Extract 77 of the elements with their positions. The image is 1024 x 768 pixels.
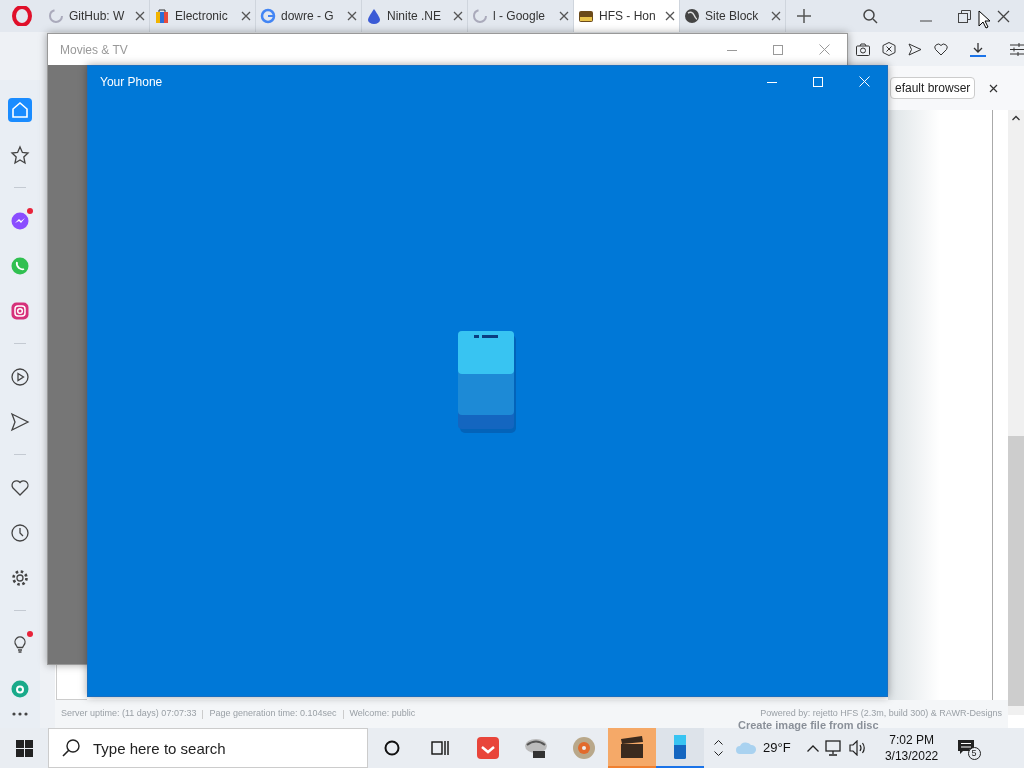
settings-sliders-icon[interactable]: [1010, 42, 1024, 56]
tab-title: Ninite .NE: [387, 8, 443, 25]
tab-favicon-icon: [684, 8, 700, 24]
notifications-button[interactable]: 5: [956, 736, 981, 760]
tab-favicon-icon: [260, 8, 276, 24]
send-icon[interactable]: [908, 42, 922, 56]
close-icon[interactable]: [771, 11, 781, 21]
disc-burner-icon: [571, 735, 597, 761]
mouse-cursor-icon: [978, 10, 990, 29]
message-icon: [956, 739, 975, 755]
tab-title: HFS - Hon: [599, 8, 657, 25]
aria-icon: [10, 678, 30, 699]
settings-icon: [10, 567, 30, 588]
phone-icon: [457, 330, 518, 435]
media-player-icon: [475, 735, 501, 761]
search-icon: [62, 739, 80, 757]
set-default-browser-button[interactable]: efault browser: [890, 77, 976, 99]
tab-title: l - Google: [493, 8, 547, 25]
new-tab-icon[interactable]: [797, 9, 811, 23]
chevron-down-icon[interactable]: [714, 751, 723, 756]
browser-tab[interactable]: HFS - Hon: [574, 0, 680, 32]
instagram-icon: [10, 300, 30, 321]
clock-icon: [10, 522, 30, 543]
maximize-icon[interactable]: [773, 44, 783, 55]
clapperboard-icon: [619, 734, 645, 760]
tab-title: Site Block: [705, 8, 760, 25]
tab-title: dowre - G: [281, 8, 335, 25]
restore-icon[interactable]: [958, 9, 971, 23]
close-icon[interactable]: [997, 9, 1010, 23]
tab-favicon-icon: [48, 8, 64, 24]
download-icon[interactable]: [970, 41, 986, 57]
home-icon: [10, 99, 30, 120]
scrollbar[interactable]: [1008, 110, 1024, 715]
tab-favicon-icon: [578, 8, 594, 24]
star-icon: [10, 144, 30, 165]
network-icon[interactable]: [824, 740, 843, 756]
play-circle-icon: [10, 366, 30, 387]
opera-logo-icon[interactable]: [12, 6, 32, 26]
overlay-caption: Create image file from disc: [738, 719, 879, 731]
tab-title: GitHub: W: [69, 8, 126, 25]
chevron-up-icon[interactable]: [806, 744, 819, 752]
cortana-icon[interactable]: [384, 740, 400, 756]
status-text: Powered by: rejetto HFS (2.3m, build 300) & RAWR-Designs: [760, 707, 1002, 721]
send-icon: [10, 411, 30, 432]
tab-favicon-icon: [472, 8, 488, 24]
close-icon[interactable]: [135, 11, 145, 21]
windows-logo-icon: [15, 739, 33, 757]
tab-title: Electronic: [175, 8, 229, 25]
status-text: Welcome: public: [349, 707, 416, 721]
whatsapp-icon: [10, 255, 30, 276]
heart-icon[interactable]: [934, 42, 948, 56]
status-text: Page generation time: 0.104sec: [209, 707, 337, 721]
window-title: Your Phone: [100, 73, 163, 91]
more-icon[interactable]: [12, 712, 28, 716]
search-icon[interactable]: [863, 8, 878, 24]
close-icon[interactable]: [665, 11, 675, 21]
clock-button[interactable]: 7:02 PM 3/13/2022: [876, 732, 947, 764]
messenger-icon: [10, 210, 30, 231]
close-icon[interactable]: [347, 11, 357, 21]
task-view-icon[interactable]: [431, 740, 449, 756]
close-icon[interactable]: [241, 11, 251, 21]
notification-count: 5: [967, 747, 981, 760]
close-icon[interactable]: [453, 11, 463, 21]
volume-icon[interactable]: [848, 740, 867, 756]
search-field[interactable]: Type here to search: [48, 728, 368, 768]
close-icon[interactable]: [559, 11, 569, 21]
temperature[interactable]: 29°F: [763, 738, 791, 758]
scroll-up-icon[interactable]: [1012, 115, 1020, 121]
chevron-up-icon[interactable]: [714, 740, 723, 745]
status-text: Server uptime: (11 days) 07:07:33: [61, 707, 197, 721]
window-title: Movies & TV: [60, 41, 128, 59]
taskbar-app-button[interactable]: [608, 728, 656, 768]
tab-favicon-icon: [154, 8, 170, 24]
camera-icon[interactable]: [856, 42, 870, 56]
tab-favicon-icon: [366, 8, 382, 24]
close-icon[interactable]: [989, 83, 999, 93]
heart-icon: [10, 477, 30, 498]
